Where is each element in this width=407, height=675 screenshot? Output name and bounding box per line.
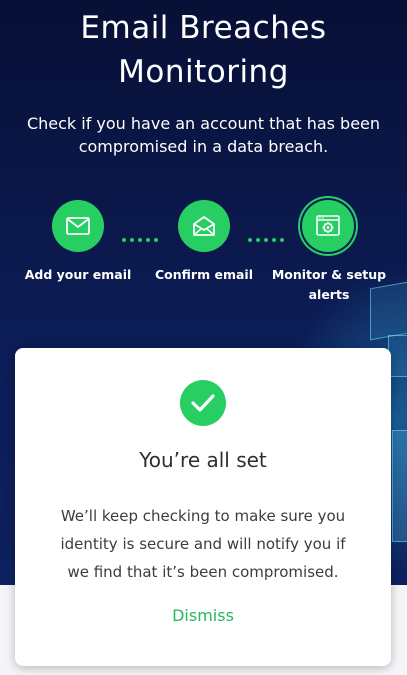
step-connector (122, 238, 158, 243)
card-message-line: we find that it’s been compromised. (67, 563, 339, 581)
step-label-add-email: Add your email (24, 267, 132, 282)
card-title: You’re all set (139, 448, 267, 472)
step-add-email (52, 200, 104, 252)
dismiss-button[interactable]: Dismiss (153, 606, 253, 625)
success-card: You’re all set We’ll keep checking to ma… (15, 348, 391, 666)
card-message-line: identity is secure and will notify you i… (60, 535, 346, 553)
step-confirm-email (178, 200, 230, 252)
step-label-line: alerts (308, 287, 350, 302)
page-title: Email Breaches Monitoring (0, 6, 407, 94)
step-label-line: Monitor & setup (271, 267, 387, 282)
step-connector (248, 238, 284, 243)
step-monitor-setup (302, 200, 354, 252)
page-subtitle: Check if you have an account that has be… (26, 114, 381, 156)
gear-monitor-icon (316, 215, 340, 236)
success-badge (180, 380, 226, 426)
checkmark-icon (191, 394, 215, 412)
title-line: Monitoring (118, 54, 289, 90)
card-message: We’ll keep checking to make sure you ide… (35, 502, 371, 586)
card-message-line: We’ll keep checking to make sure you (60, 507, 346, 525)
decorative-panel (392, 430, 407, 542)
open-envelope-icon (193, 216, 215, 236)
title-line: Email Breaches (80, 10, 327, 46)
step-label-monitor: Monitor & setup alerts (266, 265, 392, 305)
step-label-confirm-email: Confirm email (155, 267, 253, 282)
envelope-icon (66, 217, 90, 235)
